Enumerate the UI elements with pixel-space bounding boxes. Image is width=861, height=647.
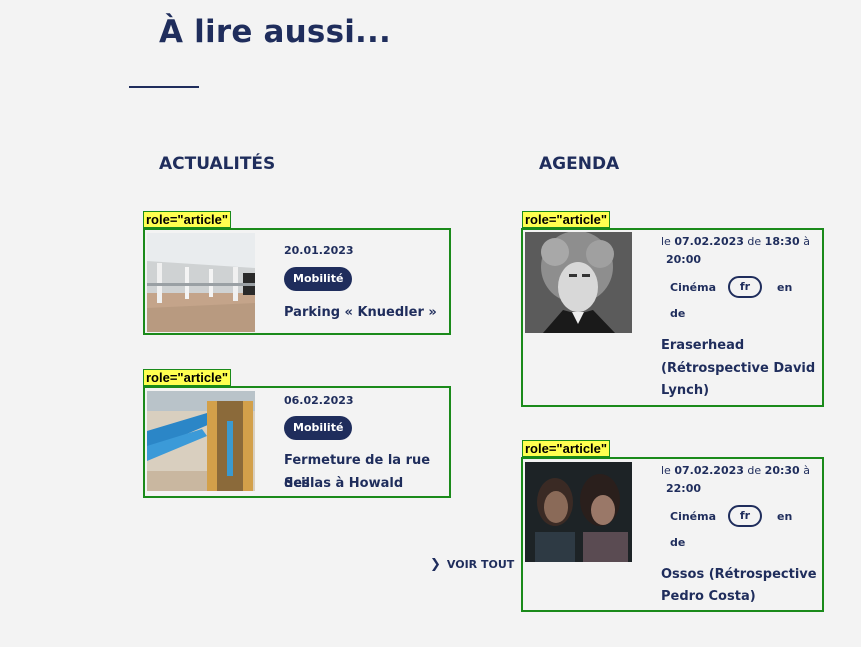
language-pill[interactable]: fr	[728, 276, 762, 298]
category-tag[interactable]: Mobilité	[284, 267, 353, 291]
role-label: role="article"	[143, 211, 232, 228]
event-card[interactable]: le 07.02.2023 de 18:30 à 20:00 Cinéma fr…	[521, 228, 824, 407]
news-card[interactable]: 06.02.2023 Mobilité Fermeture de la rue …	[143, 386, 451, 498]
see-all-label: VOIR TOUT	[446, 558, 515, 571]
event-thumbnail[interactable]	[525, 232, 632, 333]
event-end-time: 22:00	[666, 482, 702, 495]
event-title-line[interactable]: Pedro Costa)	[661, 586, 756, 608]
role-label: role="article"	[143, 369, 232, 386]
heading-rule	[129, 86, 199, 88]
news-thumbnail[interactable]	[147, 391, 255, 491]
event-category: Cinéma	[670, 281, 717, 294]
event-title-line[interactable]: (Rétrospective David	[661, 358, 815, 380]
agenda-column-title: AGENDA	[539, 154, 620, 174]
event-datetime-line: le 07.02.2023 de 18:30 à	[661, 235, 810, 248]
language-de: de	[670, 307, 686, 320]
language-pill[interactable]: fr	[728, 505, 762, 527]
role-label: role="article"	[522, 440, 611, 457]
role-label: role="article"	[522, 211, 611, 228]
event-category: Cinéma	[670, 510, 717, 523]
news-thumbnail[interactable]	[147, 233, 255, 332]
see-all-link[interactable]: ❯ VOIR TOUT	[430, 557, 514, 572]
event-title-line[interactable]: Ossos (Rétrospective	[661, 564, 817, 586]
language-en: en	[777, 510, 793, 523]
event-title-line[interactable]: Eraserhead	[661, 335, 744, 357]
language-en: en	[777, 281, 793, 294]
language-de: de	[670, 536, 686, 549]
event-end-time: 20:00	[666, 253, 702, 266]
news-column-title: ACTUALITÉS	[159, 154, 276, 174]
news-title[interactable]: Parking « Knuedler »	[284, 301, 437, 324]
event-datetime-line: le 07.02.2023 de 20:30 à	[661, 464, 810, 477]
chevron-right-icon: ❯	[430, 557, 441, 572]
event-title-line[interactable]: Lynch)	[661, 380, 709, 402]
news-date: 06.02.2023	[284, 394, 354, 407]
event-thumbnail[interactable]	[525, 462, 632, 562]
news-card[interactable]: 20.01.2023 Mobilité Parking « Knuedler »	[143, 228, 451, 335]
section-heading: À lire aussi...	[159, 14, 391, 50]
category-tag[interactable]: Mobilité	[284, 416, 353, 440]
event-card[interactable]: le 07.02.2023 de 20:30 à 22:00 Cinéma fr…	[521, 457, 824, 612]
news-date: 20.01.2023	[284, 244, 354, 257]
news-title-line[interactable]: Scillas à Howald	[284, 472, 403, 495]
